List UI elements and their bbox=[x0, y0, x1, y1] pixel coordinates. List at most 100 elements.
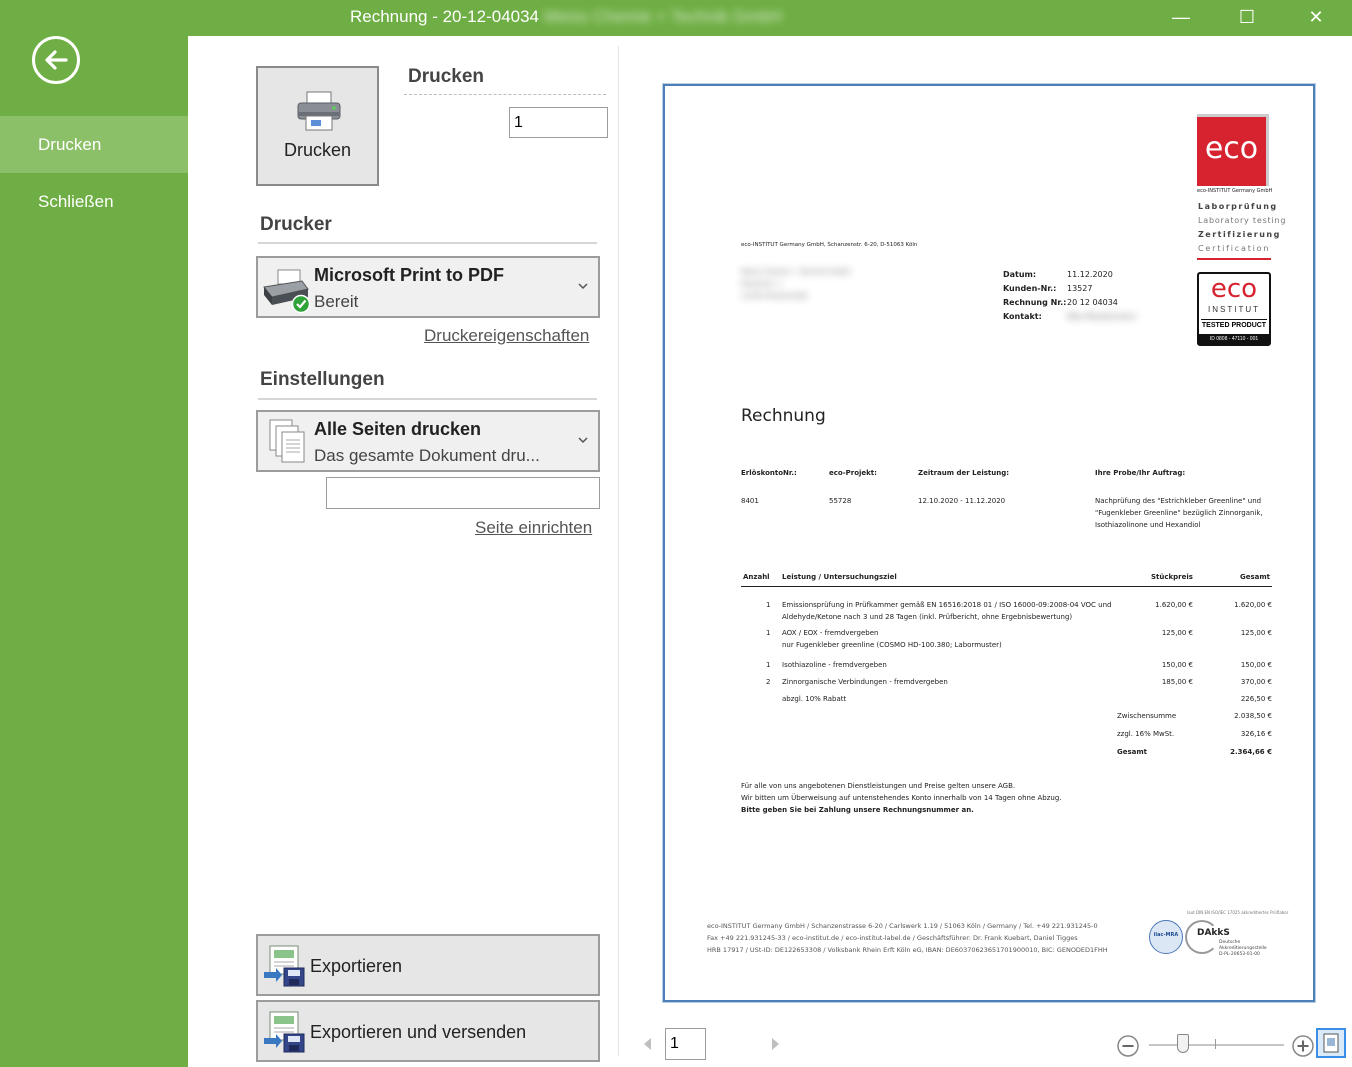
info-sample-line: Nachprüfung des "Estrichkleber Greenline… bbox=[1095, 497, 1262, 505]
meta-label: Kunden-Nr.: bbox=[1003, 284, 1057, 293]
dakks-sub: D-PL-20653-01-00 bbox=[1219, 952, 1260, 957]
row-total: 125,00 € bbox=[1240, 629, 1272, 637]
pages-option-title: Alle Seiten drucken bbox=[314, 419, 482, 439]
vat-value: 326,16 € bbox=[1240, 730, 1272, 738]
info-header: Ihre Probe/Ihr Auftrag: bbox=[1095, 469, 1186, 477]
meta-label: Rechnung Nr.: bbox=[1003, 298, 1067, 307]
pages-icon bbox=[269, 419, 305, 463]
export-icon bbox=[264, 945, 305, 987]
note-bold: Bitte geben Sie bei Zahlung unsere Rechn… bbox=[741, 806, 974, 814]
info-sample-line: "Fugenkleber Greenline" bezüglich Zinnor… bbox=[1095, 509, 1263, 517]
tag-certification: Certification bbox=[1198, 244, 1271, 253]
meta-value: Max Mustermann bbox=[1067, 312, 1137, 321]
row-desc: Zinnorganische Verbindungen - fremdverge… bbox=[782, 678, 948, 686]
row-desc: Emissionsprüfung in Prüfkammer gemäß EN … bbox=[782, 601, 1112, 609]
back-button[interactable] bbox=[32, 36, 80, 84]
row-total: 370,00 € bbox=[1240, 678, 1272, 686]
window-title-company: Meiss Chemie + Technik GmbH bbox=[543, 7, 782, 26]
minimize-button[interactable]: — bbox=[1158, 0, 1204, 34]
badge-eco: eco bbox=[1210, 274, 1258, 304]
badge-id: ID 0808 - 47110 - 001 bbox=[1199, 334, 1269, 344]
row-qty: 1 bbox=[766, 601, 771, 609]
print-panel: Drucken Drucken Drucker Microsoft Print … bbox=[188, 36, 1352, 1067]
copies-input[interactable] bbox=[509, 107, 608, 138]
note-line: Wir bitten um Überweisung auf untenstehe… bbox=[741, 794, 1062, 802]
next-page-icon[interactable] bbox=[771, 1037, 781, 1051]
page-range-input[interactable] bbox=[326, 477, 600, 509]
export-button[interactable]: Exportieren bbox=[256, 934, 600, 996]
eco-logo: eco bbox=[1197, 114, 1269, 186]
close-button[interactable]: ✕ bbox=[1293, 0, 1339, 34]
accreditation-note: laut DIN EN ISO/IEC 17025 akkreditiertes… bbox=[1187, 910, 1289, 915]
row-total: 150,00 € bbox=[1240, 661, 1272, 669]
tag-laboratory-testing: Laboratory testing bbox=[1198, 216, 1287, 225]
row-price: 150,00 € bbox=[1161, 661, 1193, 669]
dakks-label: DAkkS bbox=[1197, 928, 1230, 938]
fit-page-icon bbox=[1323, 1033, 1339, 1053]
total-label: Gesamt bbox=[1117, 748, 1148, 756]
maximize-icon: ☐ bbox=[1238, 6, 1256, 27]
table-header: Stückpreis bbox=[1151, 573, 1193, 581]
info-header: eco-Projekt: bbox=[829, 469, 877, 477]
footer-line: Fax +49 221.931245-33 / eco-institut.de … bbox=[707, 934, 1078, 942]
meta-value: 11.12.2020 bbox=[1067, 270, 1113, 279]
row-qty: 2 bbox=[766, 678, 771, 686]
meta-label: Datum: bbox=[1003, 270, 1037, 279]
printer-section-divider bbox=[258, 242, 597, 244]
maximize-button[interactable]: ☐ bbox=[1224, 0, 1270, 34]
row-price: 185,00 € bbox=[1161, 678, 1193, 686]
printer-dropdown[interactable]: Microsoft Print to PDF Bereit bbox=[256, 256, 600, 318]
tag-laborpruefung: Laborprüfung bbox=[1198, 202, 1278, 211]
dakks-sub: Deutsche bbox=[1219, 940, 1241, 945]
print-preview-page: eco eco-INSTITUT Germany GmbH Laborprüfu… bbox=[663, 84, 1315, 1002]
printer-name: Microsoft Print to PDF bbox=[314, 265, 504, 285]
printer-properties-link[interactable]: Druckereigenschaften bbox=[424, 326, 589, 346]
sidebar-item-drucken[interactable]: Drucken bbox=[0, 116, 188, 173]
tag-zertifizierung: Zertifizierung bbox=[1198, 230, 1281, 239]
page-number-input[interactable] bbox=[665, 1028, 706, 1060]
row-desc: nur Fugenkleber greenline (COSMO HD-100.… bbox=[782, 641, 1002, 649]
meta-value: 13527 bbox=[1067, 284, 1093, 293]
table-header: Anzahl bbox=[743, 573, 770, 581]
page-setup-link[interactable]: Seite einrichten bbox=[475, 518, 592, 538]
pdf-printer-icon bbox=[263, 269, 311, 313]
info-header: ErlöskontoNr.: bbox=[741, 469, 797, 477]
row-desc: AOX / EOX - fremdvergeben bbox=[782, 629, 879, 637]
export-send-button[interactable]: Exportieren und versenden bbox=[256, 1000, 600, 1062]
info-sample-line: Isothiazolinone und Hexandiol bbox=[1095, 521, 1201, 529]
dakks-sub: Akkreditierungsstelle bbox=[1219, 946, 1267, 951]
total-value: 2.364,66 € bbox=[1230, 748, 1272, 756]
fit-page-button[interactable] bbox=[1316, 1028, 1346, 1058]
prev-page-icon[interactable] bbox=[642, 1037, 652, 1051]
row-qty: 1 bbox=[766, 661, 771, 669]
info-value: 8401 bbox=[741, 497, 759, 505]
footer-line: eco-INSTITUT Germany GmbH / Schanzenstra… bbox=[707, 922, 1098, 930]
pages-dropdown[interactable]: Alle Seiten drucken Das gesamte Dokument… bbox=[256, 410, 600, 472]
print-button[interactable]: Drucken bbox=[256, 66, 379, 186]
row-price: 125,00 € bbox=[1161, 629, 1193, 637]
sidebar-item-schliessen[interactable]: Schließen bbox=[0, 173, 188, 230]
meta-value: 20 12 04034 bbox=[1067, 298, 1118, 307]
badge-institut: INSTITUT bbox=[1208, 305, 1260, 314]
row-desc: Isothiazoline - fremdvergeben bbox=[782, 661, 887, 669]
address-line: 12345 Musterstadt bbox=[741, 292, 808, 300]
discount-value: 226,50 € bbox=[1240, 695, 1272, 703]
invoice-heading: Rechnung bbox=[741, 406, 826, 426]
row-qty: 1 bbox=[766, 629, 771, 637]
row-total: 1.620,00 € bbox=[1234, 601, 1272, 609]
printer-icon bbox=[297, 91, 341, 131]
discount-label: abzgl. 10% Rabatt bbox=[782, 695, 847, 703]
title-bar: Rechnung - 20-12-04034 Meiss Chemie + Te… bbox=[0, 0, 1352, 36]
logo-company: eco-INSTITUT Germany GmbH bbox=[1197, 188, 1273, 194]
zoom-slider-track[interactable] bbox=[1149, 1044, 1284, 1046]
row-price: 1.620,00 € bbox=[1155, 601, 1193, 609]
table-header-rule bbox=[741, 586, 1272, 587]
zoom-in-icon[interactable] bbox=[1291, 1034, 1315, 1058]
zoom-slider-thumb[interactable] bbox=[1176, 1034, 1189, 1053]
note-line: Für alle von uns angebotenen Dienstleist… bbox=[741, 782, 1016, 790]
window-title: Rechnung - 20-12-04034 Meiss Chemie + Te… bbox=[0, 7, 1352, 27]
zoom-out-icon[interactable] bbox=[1116, 1034, 1140, 1058]
export-send-icon bbox=[264, 1011, 305, 1053]
meta-label: Kontakt: bbox=[1003, 312, 1042, 321]
minimize-icon: — bbox=[1172, 6, 1190, 27]
